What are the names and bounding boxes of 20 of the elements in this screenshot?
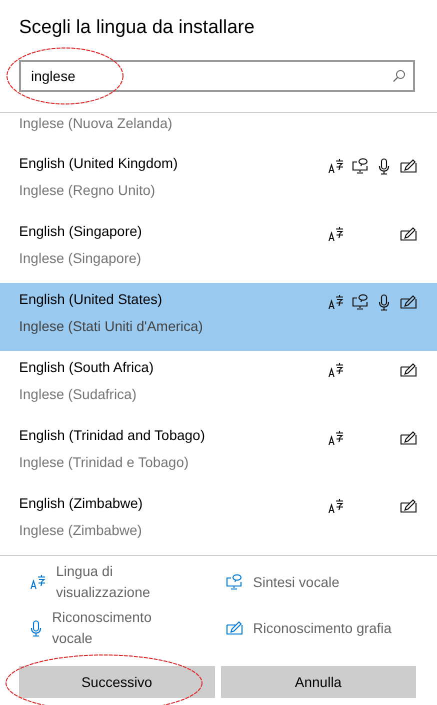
search-icon [392,69,406,83]
language-subtitle: Inglese (Nuova Zelanda) [19,115,172,131]
microphone-icon [30,620,42,636]
language-item[interactable]: English (United States) Inglese (Stati Uniti d'America) [0,283,437,351]
search-field[interactable]: inglese [19,60,415,92]
display-language-icon [30,574,46,590]
language-item[interactable]: English (Singapore) Inglese (Singapore) [0,215,437,283]
legend-label: Lingua di visualizzazione [56,562,152,602]
dialog-title: Scegli la lingua da installare [18,16,256,40]
monitor-speech-icon [226,574,243,590]
pen-icon [226,621,243,635]
language-item[interactable]: English (Trinidad and Tobago) Inglese (Trinidad e Tobago) [0,419,437,487]
language-item[interactable]: English (United Kingdom) Inglese (Regno Unito) [0,147,437,215]
legend-label: Riconoscimento vocale [52,608,153,648]
cancel-button[interactable]: Annulla [220,666,416,698]
legend-label: Sintesi vocale [253,572,340,592]
language-item[interactable]: English (Zimbabwe) Inglese (Zimbabwe) [0,487,437,555]
language-item[interactable]: English (South Africa) Inglese (Sudafrica) [0,351,437,419]
next-button[interactable]: Successivo [19,666,214,698]
legend-label: Riconoscimento grafia [253,618,392,638]
